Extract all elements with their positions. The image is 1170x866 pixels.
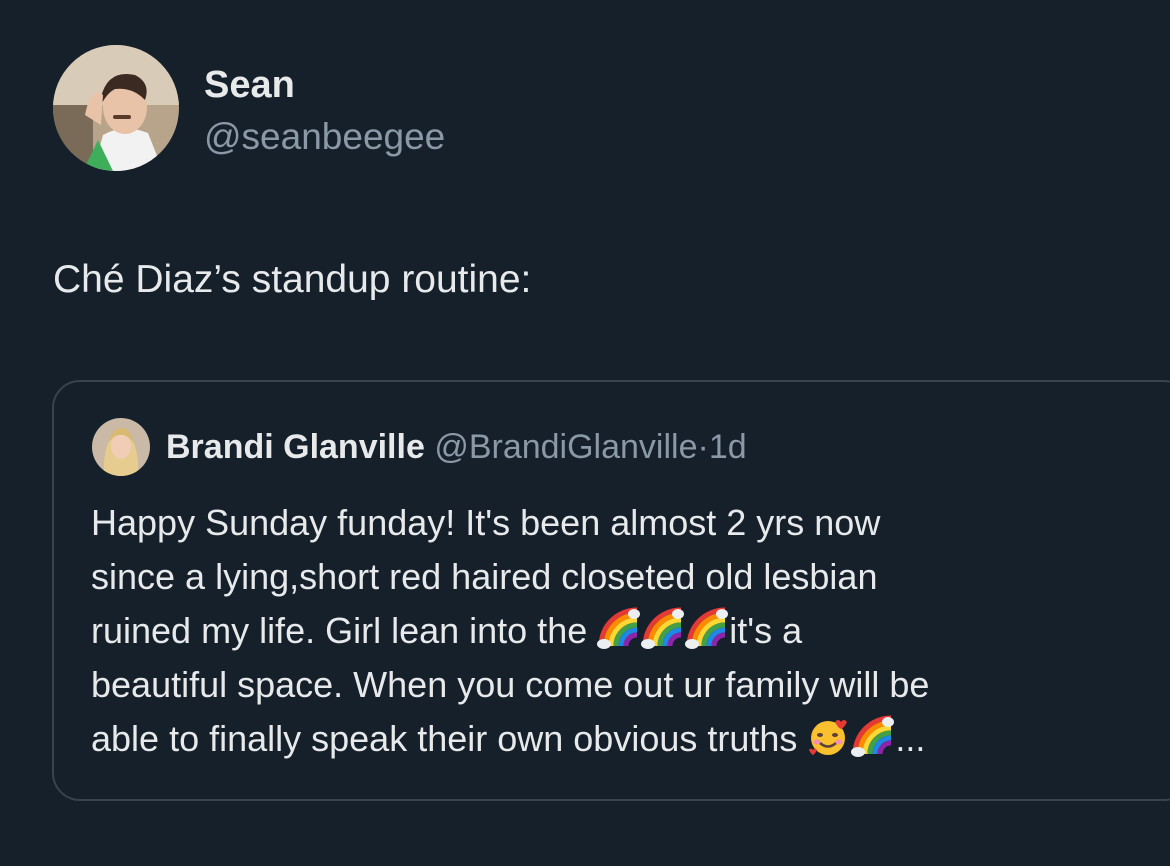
quoted-text-line-content: ruined my life. Girl lean into the bbox=[91, 610, 598, 651]
quoted-text-line-content: since a lying,short red haired closeted … bbox=[91, 556, 878, 597]
quoted-tweet-header: Brandi Glanville @BrandiGlanville·1d bbox=[166, 425, 747, 469]
author-display-name[interactable]: Sean bbox=[204, 62, 295, 108]
quoted-text-line: able to finally speak their own obvious … bbox=[91, 712, 1151, 766]
quoted-text-line-content: Happy Sunday funday! It's been almost 2 … bbox=[91, 502, 881, 543]
avatar-photo-icon bbox=[53, 45, 179, 171]
quoted-text-line: beautiful space. When you come out ur fa… bbox=[91, 658, 1151, 712]
quoted-tweet-timestamp[interactable]: 1d bbox=[709, 428, 747, 466]
quoted-author-display-name[interactable]: Brandi Glanville bbox=[166, 428, 425, 466]
quoted-text-line: since a lying,short red haired closeted … bbox=[91, 550, 1151, 604]
rainbow-icon bbox=[851, 714, 895, 758]
rainbow-icon bbox=[597, 606, 641, 650]
avatar-photo-icon bbox=[92, 418, 150, 476]
author-handle[interactable]: @seanbeegee bbox=[204, 114, 445, 160]
quoted-text-line: ruined my life. Girl lean into the it's … bbox=[91, 604, 1151, 658]
author-avatar[interactable] bbox=[53, 45, 179, 171]
rainbow-icon bbox=[685, 606, 729, 650]
truncation-ellipsis: ... bbox=[895, 718, 926, 759]
header-separator: · bbox=[697, 428, 709, 466]
quoted-author-avatar[interactable] bbox=[92, 418, 150, 476]
smiling-face-with-hearts-icon bbox=[807, 714, 851, 758]
tweet: Sean @seanbeegee Ché Diaz’s standup rout… bbox=[0, 0, 1170, 866]
quoted-author-handle[interactable]: @BrandiGlanville bbox=[434, 428, 697, 466]
rainbow-icon bbox=[641, 606, 685, 650]
quoted-text-line-content: able to finally speak their own obvious … bbox=[91, 718, 808, 759]
quoted-tweet-text: Happy Sunday funday! It's been almost 2 … bbox=[91, 496, 1151, 766]
quoted-text-line: Happy Sunday funday! It's been almost 2 … bbox=[91, 496, 1151, 550]
quoted-text-line-tail: it's a bbox=[729, 610, 803, 651]
quoted-text-line-content: beautiful space. When you come out ur fa… bbox=[91, 664, 930, 705]
tweet-text: Ché Diaz’s standup routine: bbox=[53, 258, 532, 301]
